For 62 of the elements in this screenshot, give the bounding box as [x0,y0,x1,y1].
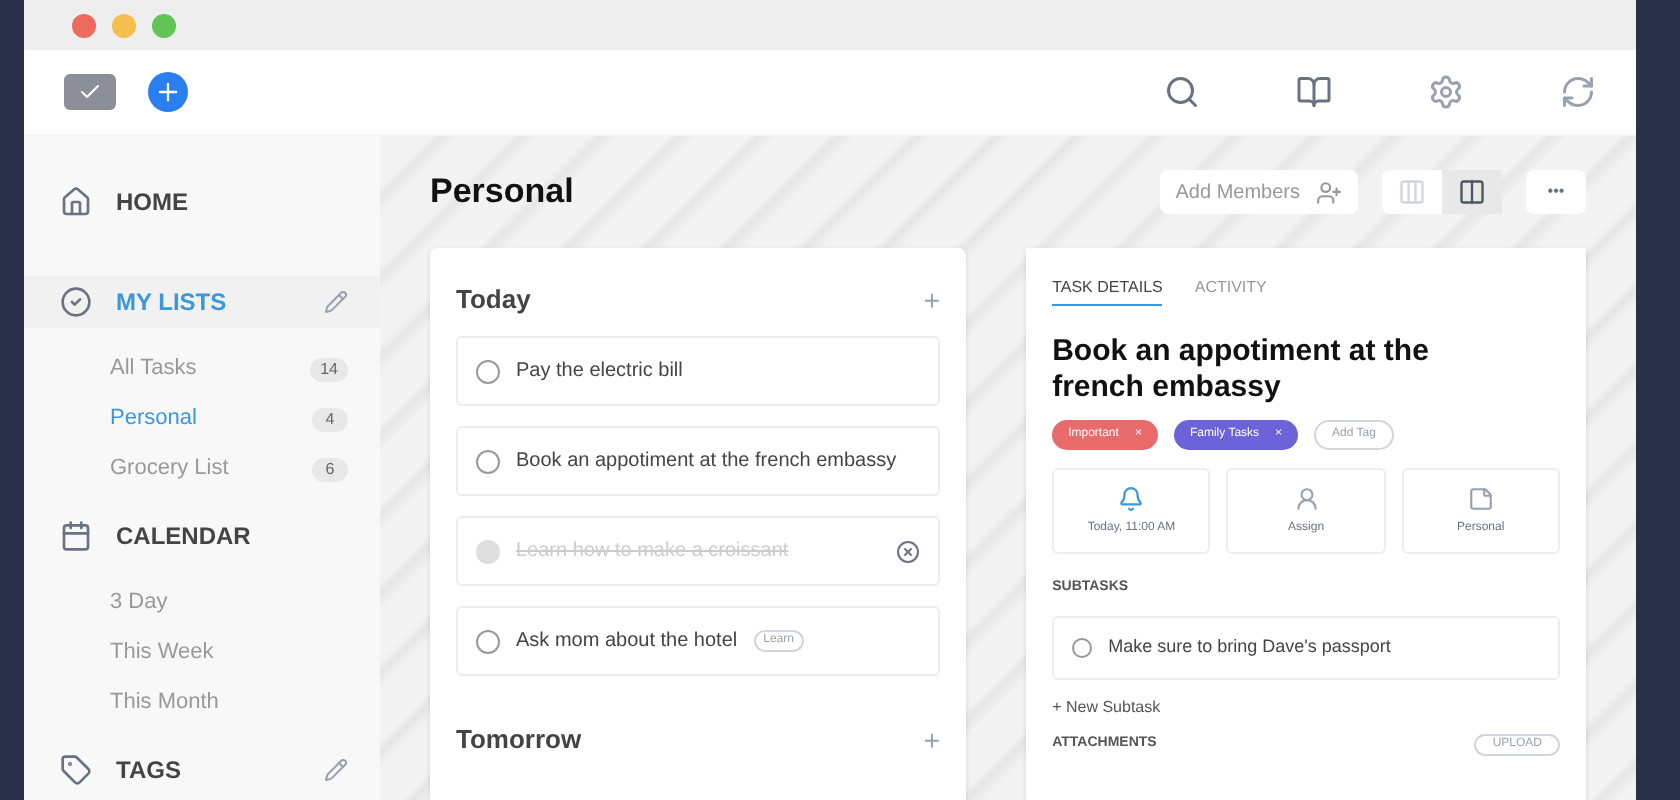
list-label: This Week [110,638,216,669]
subtask-row[interactable]: Make sure to bring Dave's passport [1052,615,1560,679]
task-checkbox[interactable] [476,449,500,473]
list-label: 3 Day [110,588,170,619]
sidebar-section[interactable]: MY LISTS [24,276,380,328]
count-badge: 14 [310,357,348,381]
subtask-checkbox[interactable] [1072,637,1093,657]
task-checkbox[interactable] [476,629,500,653]
more-button[interactable]: ••• [1526,170,1586,214]
task-text: Book an appotiment at the french embassy [516,448,897,476]
list-label: Grocery List [110,454,231,485]
search-icon[interactable] [1164,74,1200,110]
add-icon[interactable] [148,72,188,112]
page-title: Personal [430,170,576,215]
add-task-button[interactable]: + [923,279,941,321]
settings-icon[interactable] [1428,74,1464,110]
task-text: Ask mom about the hotel [516,628,738,656]
add-members-button[interactable]: Add Members [1159,170,1358,214]
section-label: TAGS [116,754,183,788]
add-person-icon [1316,179,1342,205]
list-label: Personal [110,404,199,435]
task-row[interactable]: Pay the electric bill [456,336,941,406]
delete-icon[interactable] [896,539,921,563]
list-item[interactable]: Personal 4 [24,394,380,444]
section-icon [60,520,92,552]
sync-icon[interactable] [1560,74,1596,110]
list-item[interactable]: All Tasks 14 [24,344,380,394]
edit-icon[interactable] [324,758,348,782]
section-label: HOME [116,186,190,220]
edit-icon[interactable] [324,290,348,314]
group-title: Today [456,282,533,319]
add-task-button[interactable]: + [923,719,941,761]
list-label: This Month [110,688,221,719]
detail-tab[interactable]: ACTIVITY [1194,276,1267,306]
group-title: Tomorrow [456,722,584,759]
two-columns-icon [1458,178,1486,206]
count-badge: 4 [312,407,348,431]
task-text: Pay the electric bill [516,358,683,386]
list-item[interactable]: Grocery List 6 [24,444,380,494]
app-logo-icon [64,74,116,110]
list-item[interactable]: This Week [24,628,380,678]
list-item[interactable]: 3 Day [24,578,380,628]
section-icon [60,754,92,786]
book-icon[interactable] [1296,74,1332,110]
new-subtask-link[interactable]: + New Subtask [1052,695,1560,719]
list-label: All Tasks [110,354,199,385]
sidebar-section[interactable]: TAGS [24,744,380,796]
subtask-text: Make sure to bring Dave's passport [1108,633,1391,660]
task-checkbox[interactable] [476,359,500,383]
section-label: MY LISTS [116,286,229,320]
list-item[interactable]: This Month [24,678,380,728]
count-badge: 6 [312,457,348,481]
task-row[interactable]: Book an appotiment at the french embassy [456,426,941,496]
view-toggle[interactable] [1442,170,1502,214]
section-label: CALENDAR [116,520,253,554]
section-icon [60,286,92,318]
detail-tab[interactable]: TASK DETAILS [1052,276,1163,306]
sidebar-section[interactable]: CALENDAR [24,510,380,562]
three-columns-icon [1398,178,1426,206]
section-icon [60,186,92,218]
sidebar-section[interactable]: HOME [24,176,380,228]
task-title: Book an appotiment at the french embassy [1052,334,1431,406]
